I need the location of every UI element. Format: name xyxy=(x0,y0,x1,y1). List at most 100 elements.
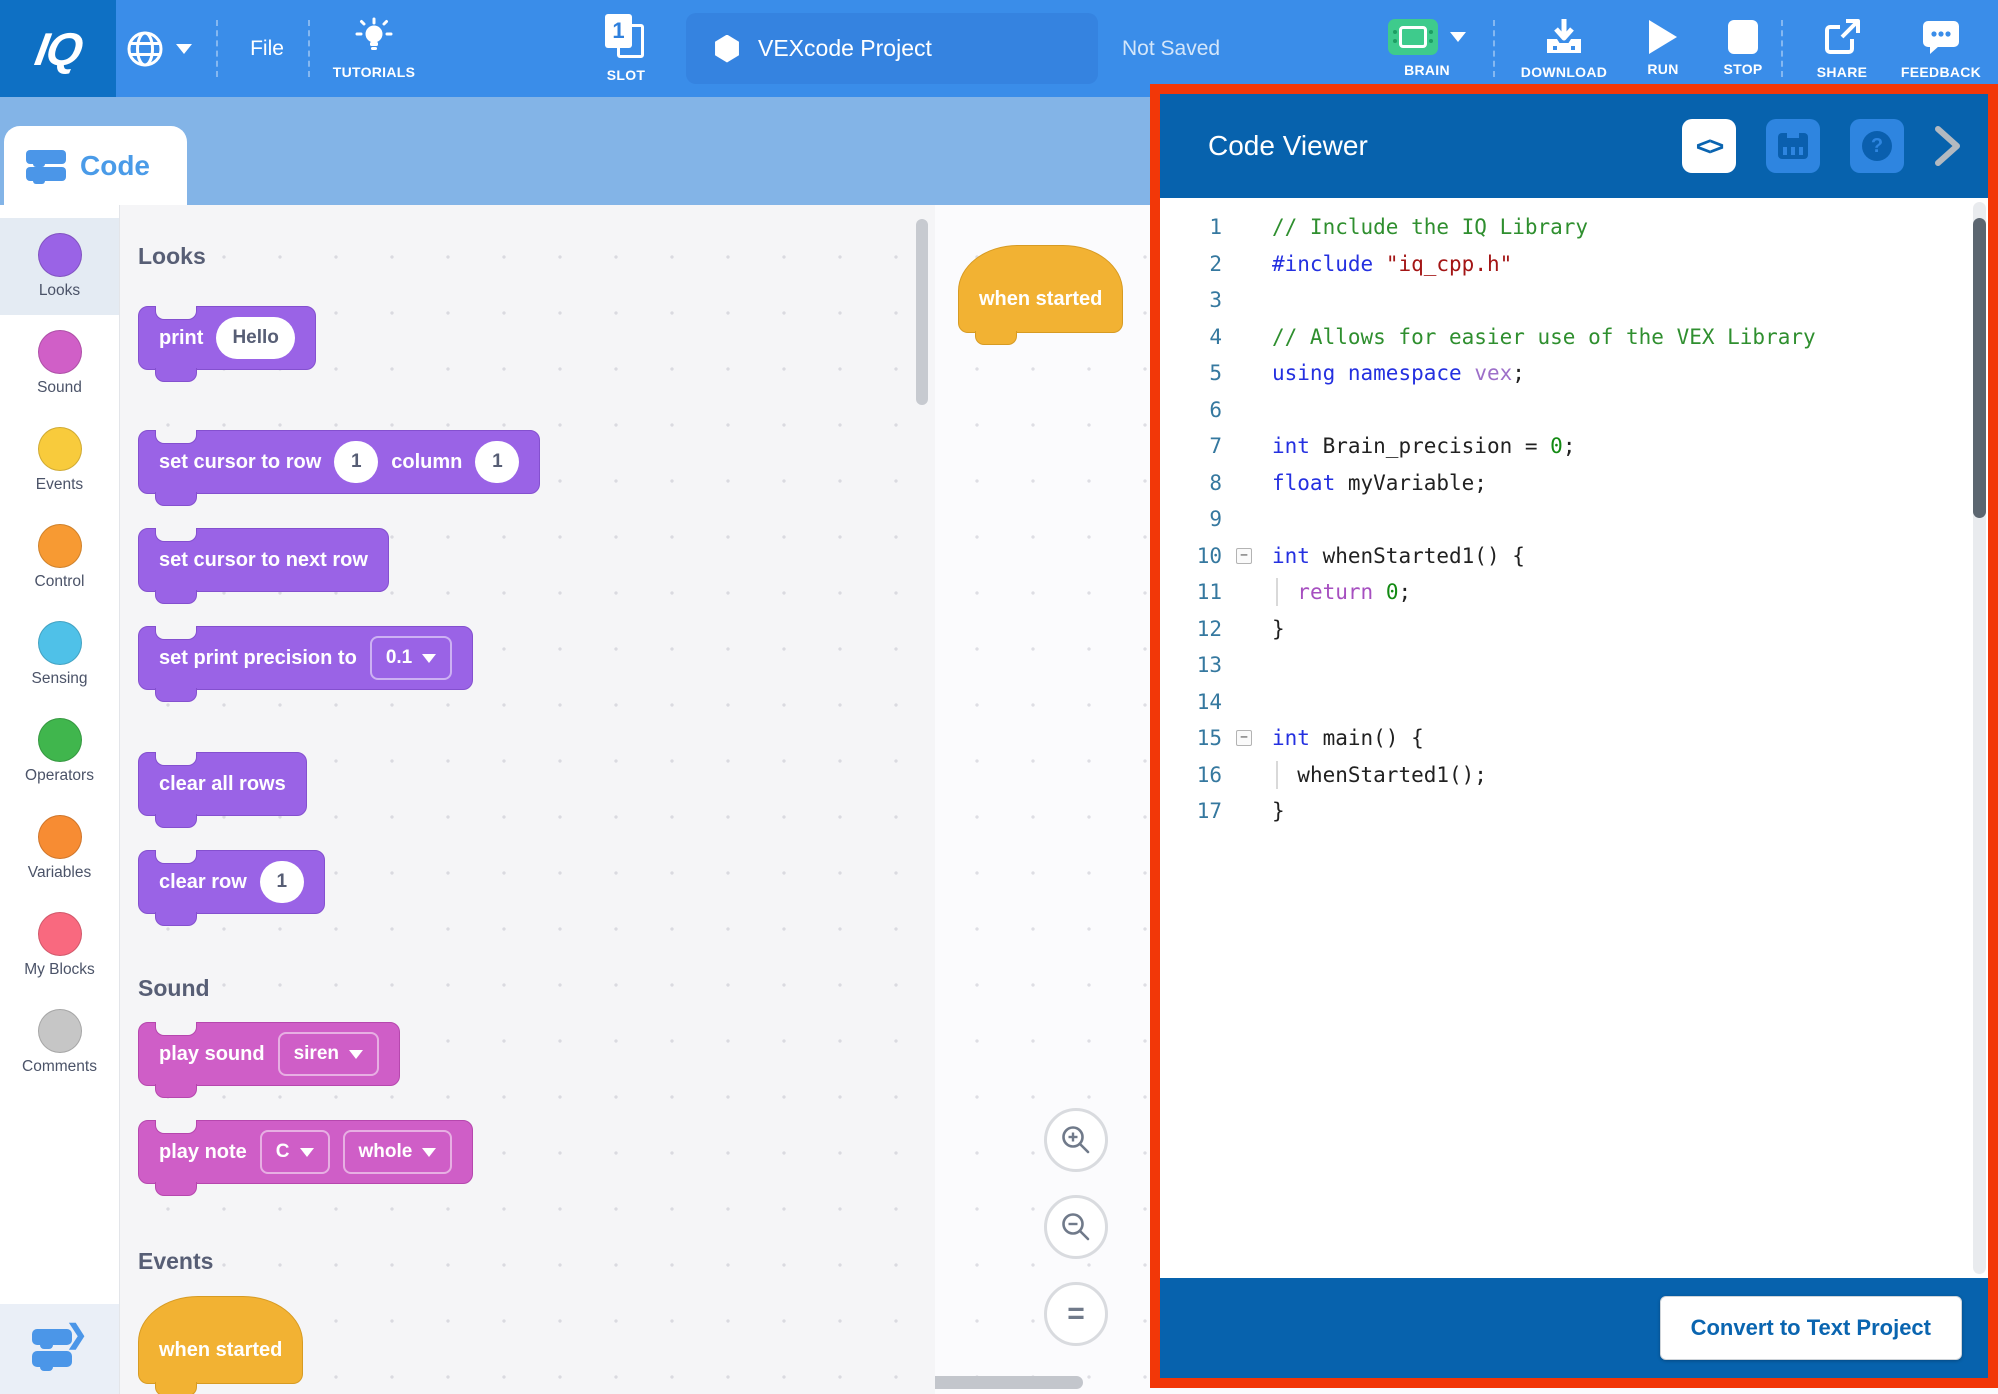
palette-collapse-footer[interactable]: ❯ xyxy=(0,1304,120,1394)
code-line-8: 8 float myVariable; xyxy=(1160,465,1988,502)
block-label: print xyxy=(159,327,203,350)
category-events[interactable]: Events xyxy=(0,412,119,509)
brain-icon xyxy=(1388,19,1438,55)
tutorials-button[interactable]: TUTORIALS xyxy=(316,0,432,97)
canvas-horizontal-scrollbar[interactable] xyxy=(935,1376,1083,1389)
block-dropdown[interactable]: C xyxy=(260,1130,330,1174)
code-editor[interactable]: 1// Include the IQ Library2#include "iq_… xyxy=(1160,198,1988,1278)
language-menu[interactable] xyxy=(124,0,192,97)
code-text: // Include the IQ Library xyxy=(1266,215,1588,239)
category-comments[interactable]: Comments xyxy=(0,994,119,1091)
file-menu[interactable]: File xyxy=(228,0,306,97)
fold-marker-icon[interactable]: − xyxy=(1236,548,1252,564)
palette-block[interactable]: set print precision to0.1 xyxy=(138,626,473,690)
stop-button[interactable]: STOP xyxy=(1705,0,1781,97)
category-control[interactable]: Control xyxy=(0,509,119,606)
help-button[interactable]: ? xyxy=(1850,119,1904,173)
top-toolbar: IQ File xyxy=(0,0,1998,97)
toolbar-divider xyxy=(216,20,218,77)
play-icon xyxy=(1649,20,1677,54)
code-line-6: 6 xyxy=(1160,392,1988,429)
code-text: float myVariable; xyxy=(1266,471,1487,495)
toolbar-divider xyxy=(1781,20,1783,77)
category-sensing[interactable]: Sensing xyxy=(0,606,119,703)
category-color-dot xyxy=(38,815,82,859)
palette-block[interactable]: clear all rows xyxy=(138,752,307,816)
code-line-4: 4// Allows for easier use of the VEX Lib… xyxy=(1160,319,1988,356)
zoom-out-button[interactable] xyxy=(1044,1195,1108,1259)
slot-pages-icon: 1 xyxy=(605,14,647,60)
line-number: 12 xyxy=(1160,617,1236,641)
canvas-when-started-block[interactable]: when started xyxy=(958,245,1123,333)
zoom-in-button[interactable] xyxy=(1044,1108,1108,1172)
code-scrollbar-thumb[interactable] xyxy=(1973,218,1986,518)
fold-gutter: − xyxy=(1236,548,1266,564)
block-input[interactable]: Hello xyxy=(216,317,294,359)
iq-logo: IQ xyxy=(0,0,116,97)
vexcode-window: Code Looks Sound EventsControl Sensing Opera… xyxy=(0,0,1998,1394)
line-number: 11 xyxy=(1160,580,1236,604)
project-name-button[interactable]: VEXcode Project xyxy=(686,13,1098,84)
feedback-button[interactable]: FEEDBACK xyxy=(1891,0,1991,97)
code-line-10: 10−int whenStarted1() { xyxy=(1160,538,1988,575)
palette-block[interactable]: play soundsiren xyxy=(138,1022,400,1086)
line-number: 8 xyxy=(1160,471,1236,495)
category-label: Sound xyxy=(37,379,82,397)
line-number: 13 xyxy=(1160,653,1236,677)
zoom-reset-button[interactable]: = xyxy=(1044,1282,1108,1346)
slot-button[interactable]: 1 SLOT xyxy=(576,0,676,97)
block-input[interactable]: 1 xyxy=(260,861,304,903)
palette-block[interactable]: clear row1 xyxy=(138,850,325,914)
category-variables[interactable]: Variables xyxy=(0,800,119,897)
code-viewer-header: Code Viewer <> ? xyxy=(1160,94,1988,198)
block-input[interactable]: 1 xyxy=(475,441,519,483)
collapse-panel-button[interactable] xyxy=(1930,123,1964,169)
help-icon: ? xyxy=(1862,131,1892,161)
block-dropdown[interactable]: 0.1 xyxy=(370,636,452,680)
download-icon xyxy=(1543,17,1585,57)
tab-code[interactable]: Code xyxy=(4,126,187,205)
convert-to-text-button[interactable]: Convert to Text Project xyxy=(1660,1296,1962,1360)
category-my-blocks[interactable]: My Blocks xyxy=(0,897,119,994)
palette-scrollbar[interactable] xyxy=(916,219,928,405)
category-list: Looks Sound EventsControl Sensing OperatorsV… xyxy=(0,205,120,1304)
palette-block[interactable]: when started xyxy=(138,1296,303,1384)
line-number: 9 xyxy=(1160,507,1236,531)
block-input[interactable]: 1 xyxy=(334,441,378,483)
brain-button[interactable]: BRAIN xyxy=(1368,0,1486,97)
palette-block[interactable]: print Hello xyxy=(138,306,316,370)
block-label: play note xyxy=(159,1141,247,1164)
fold-marker-icon[interactable]: − xyxy=(1236,730,1252,746)
code-text: using namespace vex; xyxy=(1266,361,1525,385)
code-view-icon: <> xyxy=(1696,131,1722,162)
palette-block[interactable]: play note Cwhole xyxy=(138,1120,473,1184)
line-number: 16 xyxy=(1160,763,1236,787)
block-label: clear all rows xyxy=(159,773,286,796)
chevron-down-icon xyxy=(422,654,436,663)
category-label: Comments xyxy=(22,1058,97,1076)
share-button[interactable]: SHARE xyxy=(1793,0,1891,97)
palette-section-looks: Looks xyxy=(138,243,206,270)
palette-block[interactable]: set cursor to row1column1 xyxy=(138,430,540,494)
code-text: int whenStarted1() { xyxy=(1266,544,1525,568)
code-line-5: 5 using namespace vex; xyxy=(1160,355,1988,392)
download-button[interactable]: DOWNLOAD xyxy=(1505,0,1623,97)
block-dropdown[interactable]: siren xyxy=(278,1032,379,1076)
category-color-dot xyxy=(38,427,82,471)
lightbulb-icon xyxy=(354,17,394,57)
code-line-13: 13 xyxy=(1160,647,1988,684)
code-line-9: 9 xyxy=(1160,501,1988,538)
brain-view-button[interactable] xyxy=(1766,119,1820,173)
category-sound[interactable]: Sound xyxy=(0,315,119,412)
category-label: Sensing xyxy=(31,670,87,688)
run-button[interactable]: RUN xyxy=(1625,0,1701,97)
block-dropdown[interactable]: whole xyxy=(343,1130,453,1174)
palette-block[interactable]: set cursor to next row xyxy=(138,528,389,592)
category-operators[interactable]: Operators xyxy=(0,703,119,800)
block-label: set cursor to row xyxy=(159,451,321,474)
code-viewer-panel: Code Viewer <> ? 1 // Include the IQ Libr… xyxy=(1150,84,1998,1388)
code-view-button[interactable]: <> xyxy=(1682,119,1736,173)
line-number: 5 xyxy=(1160,361,1236,385)
line-number: 1 xyxy=(1160,215,1236,239)
category-looks[interactable]: Looks xyxy=(0,218,119,315)
